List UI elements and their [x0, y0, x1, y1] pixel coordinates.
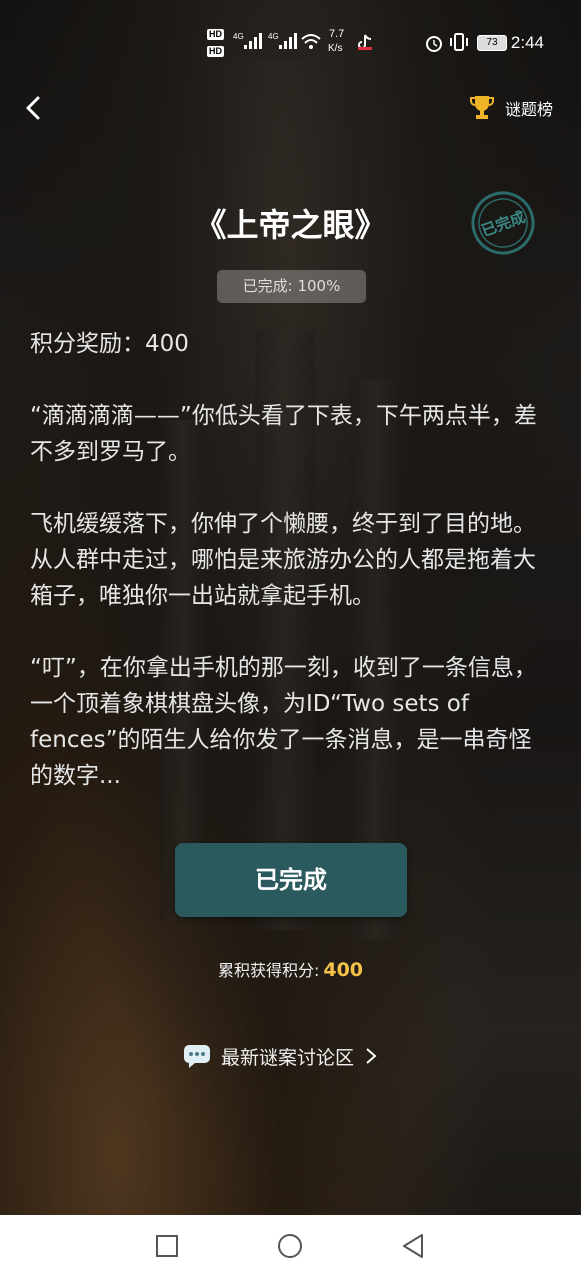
rank-button[interactable]: 谜题榜 [469, 94, 553, 122]
top-bar: 谜题榜 [0, 86, 581, 136]
trophy-icon [469, 96, 494, 119]
story-paragraph: 飞机缓缓落下，你伸了个懒腰，终于到了目的地。从人群中走过，哪怕是来旅游办公的人都… [30, 511, 536, 609]
puzzle-content: 积分奖励：400 “滴滴滴滴——”你低头看了下表，下午两点半，差不多到罗马了。 … [30, 326, 550, 830]
net-speed-unit: K/s [328, 43, 343, 54]
completed-button[interactable]: 已完成 [175, 843, 407, 917]
wifi-icon [301, 34, 321, 49]
signal-icon-2 [279, 33, 297, 49]
discussion-link[interactable]: 最新谜案讨论区 [175, 1038, 386, 1074]
tiktok-icon [358, 34, 372, 50]
vibrate-icon [450, 33, 468, 51]
total-points: 累积获得积分: 400 [0, 957, 581, 981]
stamp-text: 已完成 [479, 208, 527, 240]
story-paragraph: “叮”，在你拿出手机的那一刻，收到了一条信息，一个顶着象棋棋盘头像，为ID“Tw… [30, 655, 537, 789]
completed-stamp: 已完成 [471, 191, 535, 255]
chevron-left-icon[interactable] [20, 94, 48, 122]
chevron-right-icon [366, 1048, 377, 1064]
reward-points: 积分奖励：400 [30, 331, 189, 357]
hd-indicator: HD [207, 29, 224, 40]
system-nav-bar [0, 1215, 581, 1278]
circle-icon[interactable] [275, 1231, 305, 1261]
progress-badge: 已完成: 100% [217, 270, 366, 303]
clock: 2:44 [510, 33, 544, 52]
triangle-back-icon[interactable] [398, 1231, 428, 1261]
discussion-label: 最新谜案讨论区 [221, 1046, 355, 1069]
battery-indicator: 73 [477, 35, 507, 51]
signal-icon [244, 33, 262, 49]
chat-bubble-icon [184, 1045, 210, 1068]
total-points-label: 累积获得积分: [217, 961, 320, 980]
alarm-icon [426, 36, 442, 52]
net-speed-value: 7.7 [329, 28, 345, 40]
hd-indicator-2: HD [207, 46, 224, 57]
total-points-value: 400 [323, 959, 364, 981]
status-bar: HD HD 4G 4G 7.7 K/s 73 2:44 [0, 0, 581, 86]
rank-label: 谜题榜 [504, 100, 553, 119]
story-paragraph: “滴滴滴滴——”你低头看了下表，下午两点半，差不多到罗马了。 [30, 403, 537, 465]
square-icon[interactable] [152, 1231, 182, 1261]
